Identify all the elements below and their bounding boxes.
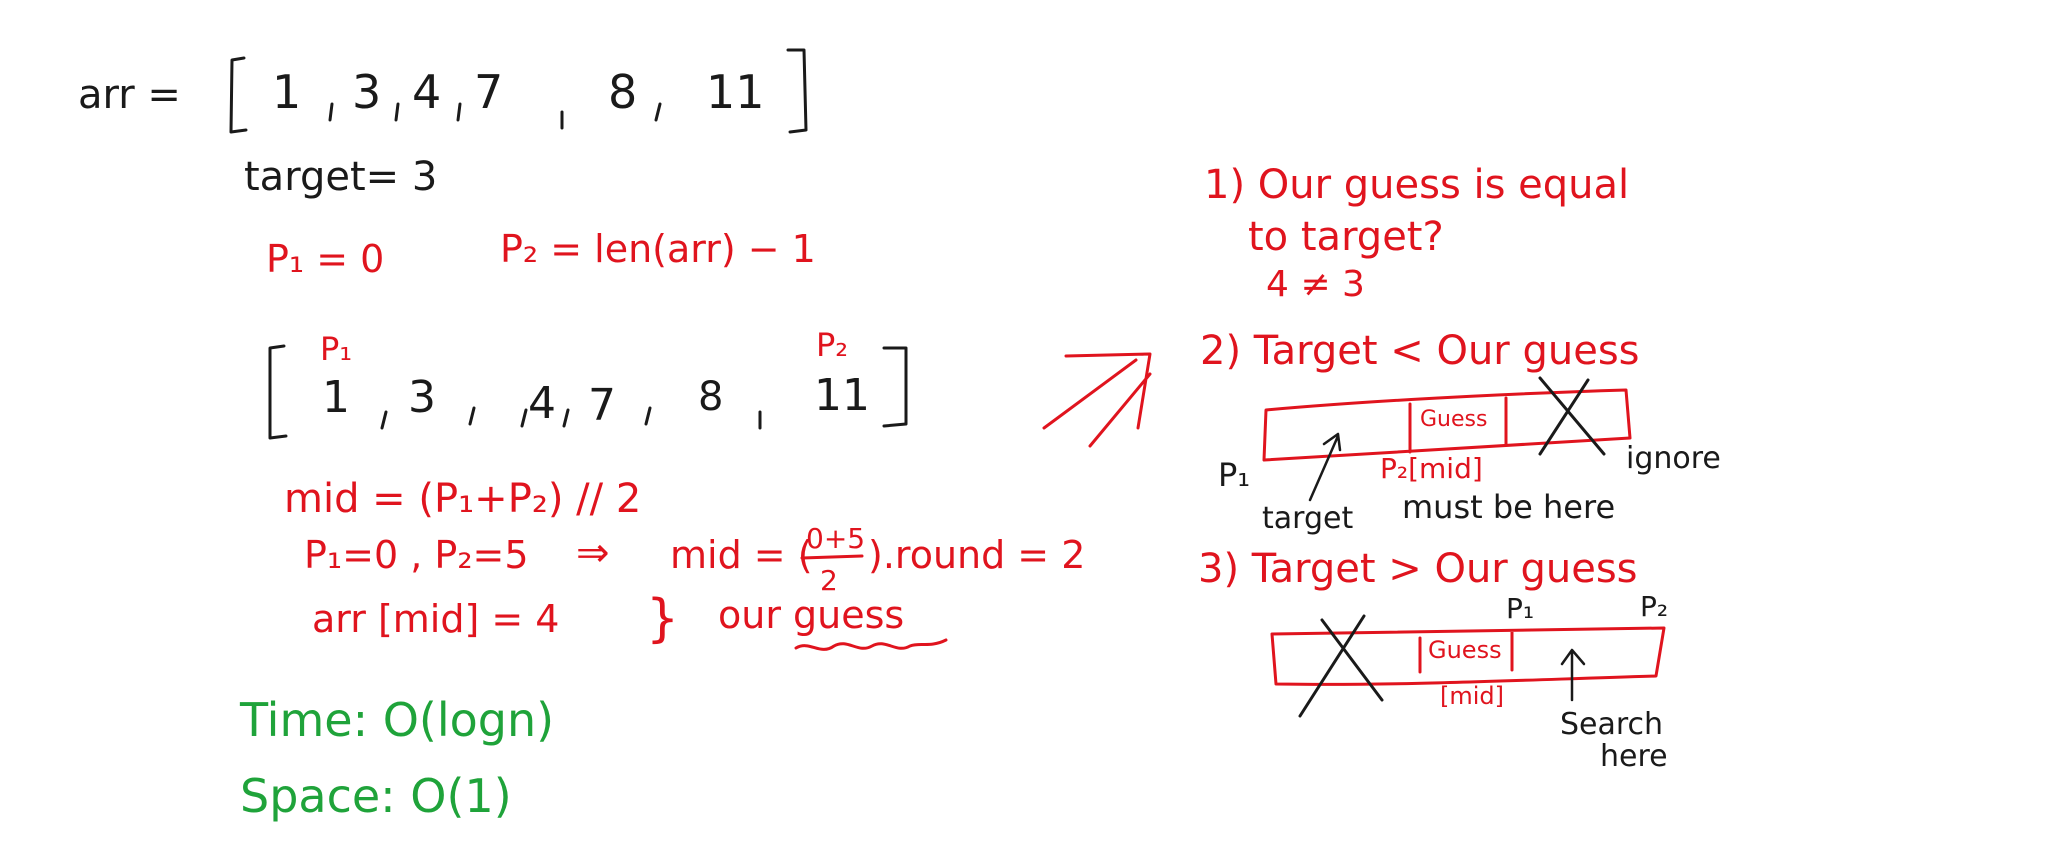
our-guess-underline [794, 638, 948, 651]
arr-value-0: 1 [272, 65, 301, 119]
pointer-p1-label: P₁ [320, 330, 352, 368]
case2-p2mid: P₂[mid] [1380, 452, 1483, 485]
pointer-value-3: 7 [588, 380, 616, 431]
fraction-bar [800, 554, 864, 560]
pointer-value-4: 8 [698, 374, 723, 420]
mid-equals: mid = ( [670, 533, 813, 577]
p2-init: P₂ = len(arr) − 1 [500, 227, 816, 271]
arr-value-5: 11 [706, 65, 765, 119]
transition-arrow [1042, 352, 1152, 448]
our-guess-label: our guess [718, 593, 904, 637]
space-complexity: Space: O(1) [240, 769, 512, 823]
left-bracket-pointer [268, 344, 288, 440]
pointer-value-5: 11 [814, 370, 870, 421]
case3-guess-label: Guess [1428, 636, 1502, 664]
case2-title: 2) Target < Our guess [1200, 328, 1640, 374]
case3-here: here [1600, 739, 1668, 774]
case2-target: target [1262, 501, 1353, 536]
mid-round-result: ).round = 2 [868, 533, 1085, 577]
case2-target-arrow [1308, 432, 1342, 502]
curly-brace: } [646, 589, 679, 649]
case2-ignore: ignore [1626, 441, 1721, 476]
arr-value-3: 7 [474, 65, 503, 119]
case3-search-arrow [1560, 648, 1586, 702]
case1-line2: to target? [1248, 214, 1444, 260]
pointer-value-0: 1 [322, 372, 350, 423]
case3-p1: P₁ [1506, 592, 1534, 625]
target-text: target= 3 [244, 154, 437, 200]
arr-mid-value: arr [mid] = 4 [312, 597, 559, 641]
arr-value-1: 3 [352, 65, 381, 119]
right-bracket-pointer [882, 346, 908, 428]
case1-result: 4 ≠ 3 [1266, 264, 1365, 305]
case2-p1: P₁ [1218, 456, 1250, 494]
pointer-value-1: 3 [408, 372, 436, 423]
case2-guess-label: Guess [1420, 407, 1487, 432]
pointer-p2-label: P₂ [816, 326, 848, 364]
mid-formula: mid = (P₁+P₂) // 2 [284, 476, 641, 522]
case3-cross [1298, 614, 1384, 718]
p1-init: P₁ = 0 [266, 237, 384, 281]
time-complexity: Time: O(logn) [239, 693, 554, 747]
case3-title: 3) Target > Our guess [1198, 546, 1638, 592]
right-bracket-top [786, 48, 808, 134]
fraction-numerator: 0+5 [806, 522, 865, 555]
arr-label: arr = [78, 72, 181, 118]
pointer-value-2: 4 [528, 378, 556, 429]
case3-search: Search [1560, 707, 1663, 742]
case3-mid-label: [mid] [1440, 682, 1504, 710]
left-bracket-top [229, 56, 248, 134]
arr-value-4: 8 [608, 65, 637, 119]
case1-line1: 1) Our guess is equal [1204, 162, 1629, 208]
implies-arrow: ⇒ [576, 530, 610, 576]
case2-must-be-here: must be here [1402, 488, 1615, 526]
case3-p2: P₂ [1640, 590, 1668, 623]
arr-value-2: 4 [412, 65, 441, 119]
mid-substitution: P₁=0 , P₂=5 [304, 533, 529, 577]
whiteboard-canvas: arr = 1 3 4 7 8 11 target= 3 P₁ = 0 P₂ =… [78, 48, 1721, 823]
